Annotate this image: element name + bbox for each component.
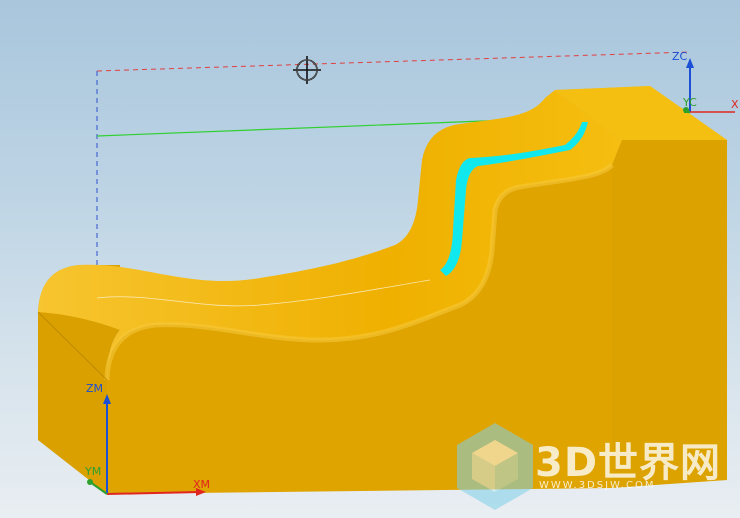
graphics-viewport[interactable]: ZC YC X ZM YM XM 3D世界网 WWW.3DSJW.COM [0,0,740,518]
xc-label: X [731,98,739,111]
wcs-triad[interactable]: ZC YC X [672,50,739,113]
yc-label: YC [682,96,697,109]
watermark-url: WWW.3DSJW.COM [539,480,656,491]
zc-label: ZC [672,50,688,63]
watermark: 3D世界网 WWW.3DSJW.COM [455,420,725,510]
zm-label: ZM [86,382,103,395]
ym-label: YM [84,465,101,478]
crosshair-cursor-icon [293,56,321,84]
xm-label: XM [193,478,210,491]
